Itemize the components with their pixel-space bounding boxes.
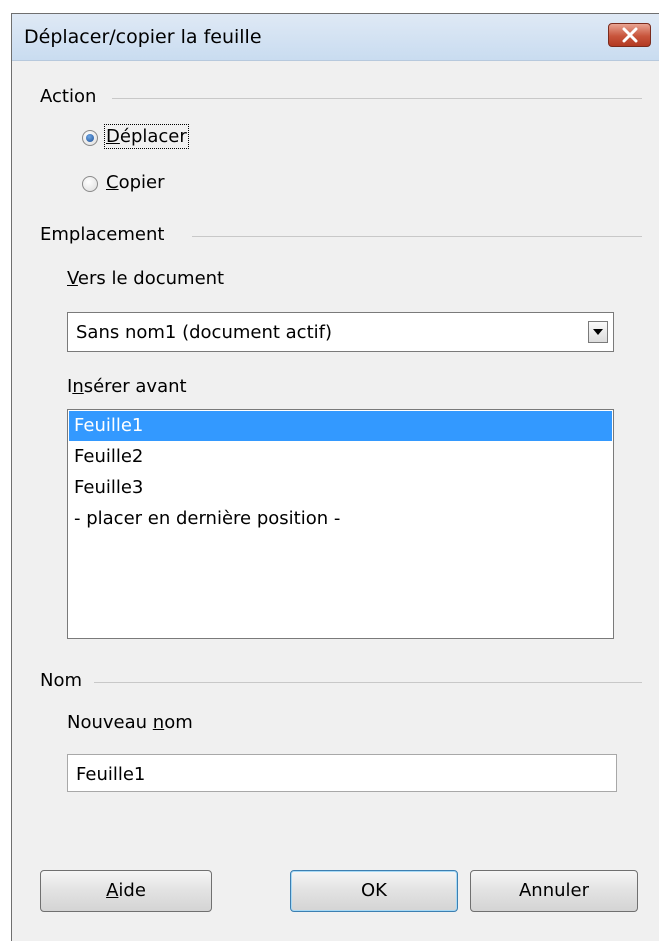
list-item[interactable]: Feuille1 xyxy=(69,411,612,441)
close-button[interactable] xyxy=(608,23,651,47)
close-x-icon xyxy=(622,27,638,43)
radio-checked-dot xyxy=(86,134,94,142)
to-document-dropdown[interactable]: Sans nom1 (document actif) xyxy=(67,312,614,352)
chevron-down-icon xyxy=(593,329,603,335)
action-section-label: Action xyxy=(40,86,105,107)
move-radio-button[interactable] xyxy=(82,130,98,146)
title-bar[interactable]: Déplacer/copier la feuille xyxy=(12,14,659,61)
move-copy-sheet-dialog: Déplacer/copier la feuille Action Déplac… xyxy=(11,13,659,941)
copy-radio-button[interactable] xyxy=(82,176,98,192)
list-item[interactable]: Feuille2 xyxy=(69,442,612,472)
list-item[interactable]: - placer en dernière position - xyxy=(69,504,612,534)
insert-before-list[interactable]: Feuille1 Feuille2 Feuille3 - placer en d… xyxy=(67,409,614,639)
dropdown-arrow-button[interactable] xyxy=(588,321,608,343)
new-name-value: Feuille1 xyxy=(76,764,146,785)
insert-before-label: Insérer avant xyxy=(67,376,187,397)
list-item[interactable]: Feuille3 xyxy=(69,473,612,503)
copy-radio-label[interactable]: Copier xyxy=(106,172,165,193)
emplacement-separator xyxy=(192,236,642,237)
nom-separator xyxy=(94,682,642,683)
new-name-input[interactable]: Feuille1 xyxy=(67,754,617,792)
move-radio-option[interactable]: Déplacer xyxy=(82,124,242,154)
cancel-button[interactable]: Annuler xyxy=(470,870,638,912)
move-radio-label[interactable]: Déplacer xyxy=(104,124,189,149)
ok-button[interactable]: OK xyxy=(290,870,458,912)
copy-radio-option[interactable]: Copier xyxy=(82,172,242,200)
emplacement-section-label: Emplacement xyxy=(40,224,173,245)
action-separator xyxy=(112,98,642,99)
help-button[interactable]: Aide xyxy=(40,870,212,912)
new-name-label: Nouveau nom xyxy=(67,712,193,733)
dialog-title: Déplacer/copier la feuille xyxy=(24,26,262,48)
nom-section-label: Nom xyxy=(40,670,91,691)
to-document-value: Sans nom1 (document actif) xyxy=(76,322,332,343)
to-document-label: Vers le document xyxy=(67,268,225,289)
